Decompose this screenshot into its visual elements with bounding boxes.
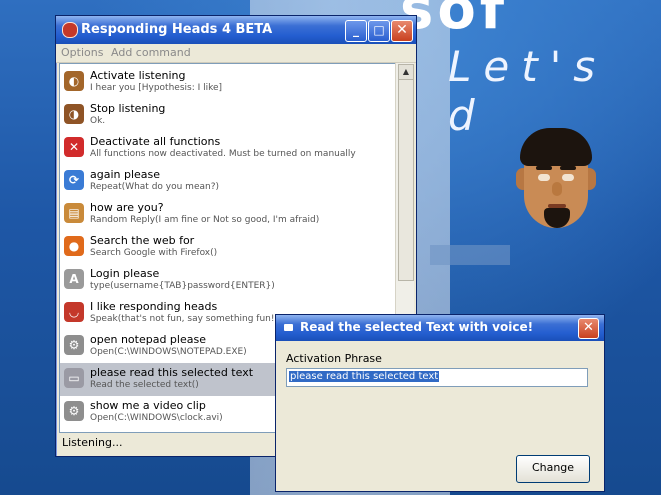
command-name: Login please bbox=[90, 267, 160, 280]
command-action: Open(C:\WINDOWS\NOTEPAD.EXE) bbox=[90, 347, 247, 357]
window-titlebar[interactable]: Responding Heads 4 BETA _ □ ✕ bbox=[56, 16, 416, 44]
speech-icon: ▭ bbox=[64, 368, 84, 388]
activation-phrase-label: Activation Phrase bbox=[286, 352, 382, 365]
command-name: Stop listening bbox=[90, 102, 166, 115]
firefox-icon: ● bbox=[64, 236, 84, 256]
command-name: again please bbox=[90, 168, 161, 181]
list-item[interactable]: ⟳ again please Repeat(What do you mean?) bbox=[60, 165, 395, 198]
scroll-up-arrow[interactable]: ▲ bbox=[398, 64, 414, 80]
list-item[interactable]: ✕ Deactivate all functions All functions… bbox=[60, 132, 395, 165]
dialog-titlebar[interactable]: Read the selected Text with voice! ✕ bbox=[276, 315, 604, 341]
list-item[interactable]: ◑ Stop listening Ok. bbox=[60, 99, 395, 132]
ear-icon: ◑ bbox=[64, 104, 84, 124]
maximize-button[interactable]: □ bbox=[368, 20, 390, 42]
command-name: open notepad please bbox=[90, 333, 206, 346]
command-name: Search the web for bbox=[90, 234, 195, 247]
activation-phrase-input[interactable]: please read this selected text bbox=[286, 368, 588, 387]
command-action: Open(C:\WINDOWS\clock.avi) bbox=[90, 413, 223, 423]
command-name: show me a video clip bbox=[90, 399, 206, 412]
gear-icon: ⚙ bbox=[64, 401, 84, 421]
refresh-icon: ⟳ bbox=[64, 170, 84, 190]
command-name: Activate listening bbox=[90, 69, 186, 82]
keyboard-icon: A bbox=[64, 269, 84, 289]
list-item[interactable]: ◐ Activate listening I hear you [Hypothe… bbox=[60, 66, 395, 99]
gear-icon: ⚙ bbox=[64, 335, 84, 355]
close-button[interactable]: ✕ bbox=[391, 20, 413, 42]
app-logo-icon bbox=[62, 22, 78, 38]
menu-bar: Options Add command bbox=[56, 44, 416, 63]
background-tagline: Let's d bbox=[448, 42, 608, 140]
lips-icon: ◡ bbox=[64, 302, 84, 322]
list-item[interactable]: ● Search the web for Search Google with … bbox=[60, 231, 395, 264]
menu-options[interactable]: Options bbox=[61, 46, 103, 59]
command-action: type(username{TAB}password{ENTER}) bbox=[90, 281, 275, 291]
command-action: Random Reply(I am fine or Not so good, I… bbox=[90, 215, 320, 225]
activation-phrase-value: please read this selected text bbox=[289, 371, 440, 382]
status-text: Listening... bbox=[62, 436, 123, 449]
command-name: Deactivate all functions bbox=[90, 135, 221, 148]
stop-icon: ✕ bbox=[64, 137, 84, 157]
command-action: Search Google with Firefox() bbox=[90, 248, 218, 258]
menu-add-command[interactable]: Add command bbox=[111, 46, 191, 59]
command-action: Read the selected text() bbox=[90, 380, 199, 390]
command-name: please read this selected text bbox=[90, 366, 254, 379]
command-action: Ok. bbox=[90, 116, 106, 126]
scroll-thumb[interactable] bbox=[398, 79, 414, 281]
box-icon: ▤ bbox=[64, 203, 84, 223]
dialog-title: Read the selected Text with voice! bbox=[300, 320, 534, 334]
command-action: Repeat(What do you mean?) bbox=[90, 182, 219, 192]
talking-head-avatar bbox=[510, 128, 602, 240]
command-action: Speak(that's not fun, say something fun!… bbox=[90, 314, 278, 324]
minimize-button[interactable]: _ bbox=[345, 20, 367, 42]
command-name: how are you? bbox=[90, 201, 164, 214]
ear-icon: ◐ bbox=[64, 71, 84, 91]
window-icon bbox=[284, 324, 293, 331]
command-action: I hear you [Hypothesis: I like] bbox=[90, 83, 223, 93]
read-text-dialog: Read the selected Text with voice! ✕ Act… bbox=[275, 314, 605, 492]
window-title: Responding Heads 4 BETA bbox=[81, 22, 273, 37]
change-button[interactable]: Change bbox=[516, 455, 590, 483]
command-name: I like responding heads bbox=[90, 300, 218, 313]
list-item[interactable]: A Login please type(username{TAB}passwor… bbox=[60, 264, 395, 297]
list-item[interactable]: ▤ how are you? Random Reply(I am fine or… bbox=[60, 198, 395, 231]
command-action: All functions now deactivated. Must be t… bbox=[90, 149, 356, 159]
background-banner-text: sof bbox=[400, 0, 509, 40]
dialog-close-button[interactable]: ✕ bbox=[578, 318, 599, 339]
